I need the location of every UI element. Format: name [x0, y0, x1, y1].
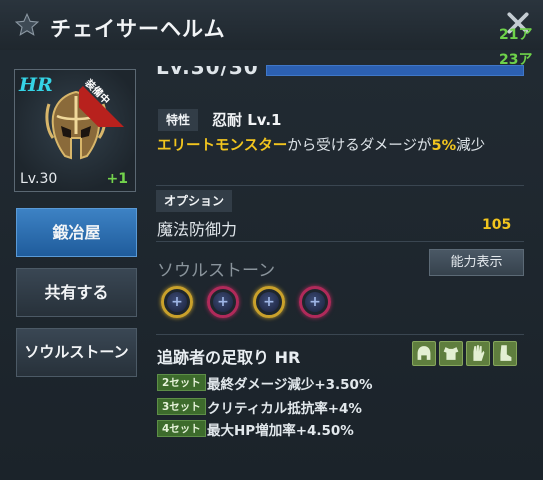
divider [156, 334, 524, 335]
trait-value: 忍耐 Lv.1 [212, 111, 282, 129]
trait-desc-mid: から受けるダメージが [287, 138, 432, 154]
divider [156, 185, 524, 186]
add-icon: + [309, 294, 321, 310]
soulstone-socket[interactable]: + [299, 286, 331, 318]
side-note-1: 21ア [499, 27, 533, 43]
soulstone-socket[interactable]: + [253, 286, 285, 318]
set-armor-icon[interactable] [439, 341, 463, 366]
ability-display-button[interactable]: 能力表示 [429, 249, 524, 276]
set-title: 追跡者の足取り HR [157, 348, 301, 367]
item-detail-panel: チェイサーヘルム 21ア 23ア HR 装備中 Lv.30 +1 鍛冶屋 共有す… [0, 0, 543, 480]
soulstone-button[interactable]: ソウルストーン [16, 328, 137, 377]
set-bonus-text: 最終ダメージ減少+3.50% [207, 377, 373, 393]
option-tag: オプション [156, 190, 233, 212]
set-glove-icon[interactable] [466, 341, 490, 366]
set-bonus-badge: 3セット [157, 398, 206, 415]
item-level: Lv.30 [20, 171, 58, 187]
add-icon: + [171, 294, 183, 310]
option-value: 105 [482, 217, 512, 233]
item-card[interactable]: HR 装備中 Lv.30 +1 [14, 69, 137, 192]
trait-tag: 特性 [158, 109, 199, 131]
add-icon: + [217, 294, 229, 310]
set-boot-icon[interactable] [493, 341, 517, 366]
divider [156, 241, 524, 242]
option-name: 魔法防御力 [157, 220, 238, 239]
favorite-star-icon[interactable] [14, 12, 40, 38]
level-progress-bar [266, 65, 524, 76]
soulstone-socket[interactable]: + [161, 286, 193, 318]
trait-description: エリートモンスターから受けるダメージが5%減少 [157, 137, 527, 156]
add-icon: + [263, 294, 275, 310]
equipped-ribbon: 装備中 [79, 69, 137, 127]
trait-desc-highlight: エリートモンスター [157, 138, 288, 154]
soulstone-socket[interactable]: + [207, 286, 239, 318]
trait-desc-end: 減少 [456, 138, 486, 154]
trait-desc-percent: 5% [431, 138, 457, 154]
enhance-level: +1 [106, 171, 128, 187]
set-helm-icon[interactable] [412, 341, 436, 366]
set-bonus-text: 最大HP増加率+4.50% [207, 423, 354, 439]
item-title: チェイサーヘルム [50, 17, 226, 41]
soulstone-title: ソウルストーン [157, 261, 276, 281]
header: チェイサーヘルム [0, 0, 543, 50]
level-progress-text: Lv.30/30 [156, 55, 259, 79]
set-bonus-badge: 4セット [157, 420, 206, 437]
smithy-button[interactable]: 鍛冶屋 [16, 208, 137, 257]
set-bonus-badge: 2セット [157, 374, 206, 391]
set-bonus-text: クリティカル抵抗率+4% [207, 401, 362, 417]
share-button[interactable]: 共有する [16, 268, 137, 317]
